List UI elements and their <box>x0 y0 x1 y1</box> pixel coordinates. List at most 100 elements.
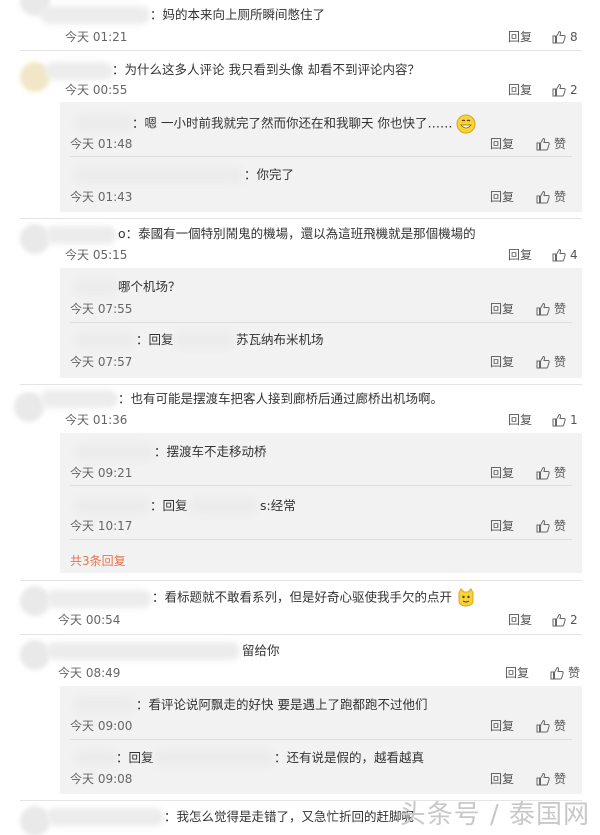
username[interactable] <box>74 497 150 515</box>
like-button[interactable]: 赞 <box>536 136 566 152</box>
reply-thread: ：摆渡车不走移动桥 今天 09:21 回复 赞 ：回复 s:经常 今天 10:1… <box>60 433 582 573</box>
like-label: 赞 <box>554 137 567 151</box>
reply-prefix: ：回复 <box>136 332 174 347</box>
username[interactable] <box>74 166 244 184</box>
reply-button[interactable]: 回复 <box>490 518 514 534</box>
reply-text: ：还有说是假的，越看越真 <box>274 750 425 765</box>
thumb-up-icon <box>536 519 550 533</box>
like-button[interactable]: 赞 <box>536 465 566 481</box>
username[interactable] <box>40 390 118 408</box>
reply-button[interactable]: 回复 <box>508 612 532 628</box>
thumb-up-icon <box>536 190 550 204</box>
reply-divider <box>70 485 572 486</box>
comment-text: 留给你 <box>242 643 280 658</box>
reply-button[interactable]: 回复 <box>508 247 532 263</box>
thumb-up-icon <box>552 248 566 262</box>
thumb-up-icon <box>536 772 550 786</box>
comment-time: 今天 00:55 <box>65 83 128 97</box>
grin-emoji-icon <box>456 114 476 134</box>
reply-time: 今天 01:43 <box>70 190 133 204</box>
like-button[interactable]: 赞 <box>536 301 566 317</box>
reply-time: 今天 09:21 <box>70 466 133 480</box>
username[interactable] <box>174 331 234 349</box>
cat-emoji-icon <box>458 588 474 607</box>
reply-prefix: ：回复 <box>150 498 188 513</box>
like-count: 4 <box>570 248 578 262</box>
username[interactable] <box>74 331 136 349</box>
thumb-up-icon <box>552 30 566 44</box>
avatar[interactable] <box>20 806 50 835</box>
thumb-up-icon <box>536 466 550 480</box>
divider <box>20 384 582 385</box>
reply-prefix: ：回复 <box>116 750 154 765</box>
like-label: 赞 <box>554 466 567 480</box>
username[interactable] <box>45 226 117 244</box>
username[interactable] <box>46 808 164 826</box>
username[interactable] <box>74 114 134 132</box>
watermark: 头条号 / 泰国网 <box>399 800 590 830</box>
username[interactable] <box>74 749 118 767</box>
like-button[interactable]: 赞 <box>536 771 566 787</box>
reply-button[interactable]: 回复 <box>490 189 514 205</box>
thumb-up-icon <box>552 413 566 427</box>
like-label: 赞 <box>554 302 567 316</box>
reply-text: 苏瓦纳布米机场 <box>236 332 324 347</box>
divider <box>20 50 582 51</box>
thumb-up-icon <box>536 719 550 733</box>
like-label: 赞 <box>554 190 567 204</box>
like-count: 2 <box>570 83 578 97</box>
reply-text: ：看评论说阿飘走的好快 要是遇上了跑都跑不过他们 <box>136 697 428 712</box>
username[interactable] <box>45 62 113 80</box>
username[interactable] <box>74 696 136 714</box>
divider <box>20 634 582 635</box>
reply-button[interactable]: 回复 <box>490 301 514 317</box>
username[interactable] <box>74 278 118 296</box>
username[interactable] <box>74 443 154 461</box>
more-replies-link[interactable]: 共3条回复 <box>70 552 126 569</box>
comment-time: 今天 01:21 <box>65 30 128 44</box>
reply-button[interactable]: 回复 <box>490 771 514 787</box>
username[interactable] <box>46 642 240 660</box>
thumb-up-icon <box>552 613 566 627</box>
like-button[interactable]: 赞 <box>550 665 580 681</box>
like-button[interactable]: 4 <box>552 247 578 263</box>
reply-button[interactable]: 回复 <box>490 136 514 152</box>
like-button[interactable]: 赞 <box>536 354 566 370</box>
username[interactable] <box>46 590 152 608</box>
reply-time: 今天 09:00 <box>70 719 133 733</box>
comment-time: 今天 01:36 <box>65 413 128 427</box>
like-button[interactable]: 2 <box>552 612 578 628</box>
comment-time: 今天 08:49 <box>58 666 121 680</box>
like-button[interactable]: 赞 <box>536 518 566 534</box>
divider <box>20 218 582 219</box>
like-count: 2 <box>570 613 578 627</box>
reply-divider <box>70 156 572 157</box>
reply-button[interactable]: 回复 <box>505 665 529 681</box>
reply-button[interactable]: 回复 <box>508 412 532 428</box>
reply-text: 哪个机场？ <box>118 279 181 294</box>
username[interactable] <box>188 497 258 515</box>
like-button[interactable]: 8 <box>552 29 578 45</box>
reply-button[interactable]: 回复 <box>508 82 532 98</box>
reply-button[interactable]: 回复 <box>490 718 514 734</box>
reply-button[interactable]: 回复 <box>490 465 514 481</box>
reply-button[interactable]: 回复 <box>508 29 532 45</box>
thumb-up-icon <box>552 83 566 97</box>
reply-button[interactable]: 回复 <box>490 354 514 370</box>
like-label: 赞 <box>554 519 567 533</box>
avatar[interactable] <box>20 640 50 670</box>
thumb-up-icon <box>536 355 550 369</box>
reply-thread: ：嗯 一小时前我就完了然而你还在和我聊天 你也快了…… 今天 01:48 回复 … <box>60 102 582 212</box>
comment-text: ：为什么这多人评论 我只看到头像 却看不到评论内容？ <box>112 62 420 77</box>
like-button[interactable]: 赞 <box>536 189 566 205</box>
reply-text: ：嗯 一小时前我就完了然而你还在和我聊天 你也快了…… <box>132 114 476 134</box>
like-button[interactable]: 2 <box>552 82 578 98</box>
username[interactable] <box>40 6 150 24</box>
like-button[interactable]: 1 <box>552 412 578 428</box>
like-label: 赞 <box>554 719 567 733</box>
like-button[interactable]: 赞 <box>536 718 566 734</box>
thumb-up-icon <box>536 137 550 151</box>
comment-text: ：妈的本来向上厕所瞬间憋住了 <box>150 7 326 22</box>
thumb-up-icon <box>536 302 550 316</box>
username[interactable] <box>154 749 274 767</box>
